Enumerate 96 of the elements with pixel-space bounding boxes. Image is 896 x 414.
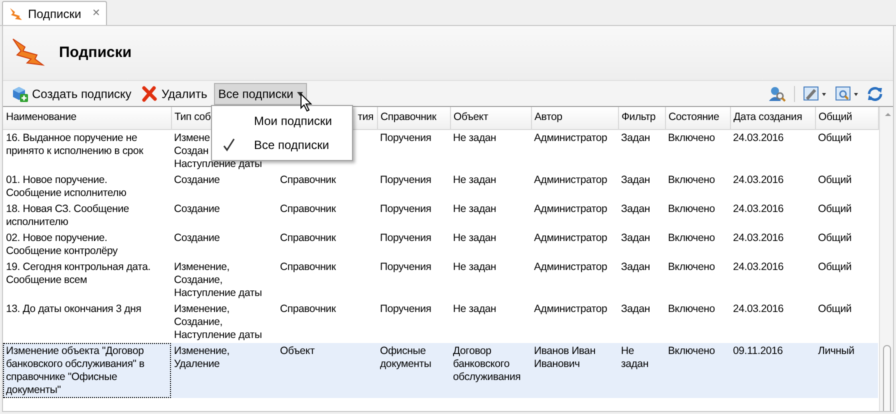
table-row[interactable] (3, 342, 878, 398)
table-cell-text: Не задан (621, 344, 650, 370)
page-title: Подписки (59, 42, 132, 63)
table-cell-text: 16. Выданное поручение не принято к исполнению в срок (6, 132, 144, 158)
lightning-icon (9, 6, 23, 20)
cross-icon (141, 86, 158, 102)
column-header[interactable]: Объект (450, 107, 531, 129)
column-header[interactable]: Справочник (377, 107, 450, 129)
table-cell: Задан (621, 202, 650, 216)
table-cell-text: Иванов Иван Иванович (534, 344, 596, 370)
table-cell: Справочник (280, 302, 336, 316)
table-cell: Администратор (534, 232, 608, 244)
table-cell: Общий (818, 302, 852, 316)
table-cell: Поручения (380, 174, 432, 186)
table-cell: Поручения (380, 260, 432, 274)
table-cell: Личный (818, 344, 854, 358)
table-cell: Включено (668, 174, 715, 186)
table-cell: 24.03.2016 (733, 132, 784, 144)
table-cell-text: Изменение, Создание, Наступление даты (174, 260, 263, 300)
table-cell-text: 18. Новая СЗ. Сообщение исполнителю (6, 202, 130, 228)
table-cell: Создан (174, 144, 208, 158)
table-cell: Включено (668, 344, 715, 358)
table-cell: Поручения (380, 302, 432, 316)
table-cell-text: Изменение, Удаление (174, 344, 230, 370)
column-header[interactable]: Наименование (3, 107, 171, 129)
table-cell: Задан (621, 174, 650, 186)
table-cell-text: Изменение объекта "Договор банковского обслуживания" в справочнике "Офисные документы" (6, 344, 146, 396)
table-cell: 24.03.2016 (733, 232, 784, 244)
delete-button[interactable]: Удалить (138, 82, 210, 104)
scrollbar[interactable] (878, 107, 893, 411)
table-cell: Наступление даты (174, 158, 262, 170)
table-cell: Включено (668, 132, 715, 144)
table-cell: Не задан (453, 232, 496, 244)
table-cell: Не задан (453, 302, 496, 316)
table-cell: 09.11.2016 (733, 344, 783, 358)
table-cell: Не задан (453, 174, 496, 186)
table-cell: Включено (668, 260, 715, 274)
table-cell: Справочник (280, 174, 336, 186)
cube-plus-icon (12, 86, 28, 102)
table-cell: Включено (668, 202, 715, 216)
table-cell: Создание (174, 202, 220, 216)
table-cell: Администратор (534, 302, 608, 316)
settings-dropdown-icon[interactable] (803, 86, 827, 102)
table-cell: 24.03.2016 (733, 174, 784, 186)
table-cell-text: 01. Новое поручение. Сообщение исполнителю (6, 174, 128, 200)
table-cell: Поручения (380, 132, 432, 144)
table-cell: Общий (818, 174, 852, 186)
table-cell: Задан (621, 132, 650, 144)
table-cell: Не задан (453, 132, 496, 144)
column-header[interactable]: Автор (531, 107, 618, 129)
table-cell: 24.03.2016 (733, 260, 784, 274)
table-cell: Включено (668, 302, 715, 316)
table-cell: Администратор (534, 132, 608, 144)
close-button[interactable]: ✕ (92, 6, 100, 21)
table-cell-text: Офисные документы (380, 344, 432, 370)
table-cell: Включено (668, 232, 715, 244)
table-cell: Справочник (280, 202, 336, 216)
table-cell: Общий (818, 232, 852, 244)
column-header[interactable]: Состояние (665, 107, 730, 129)
table-cell: Справочник (280, 260, 336, 274)
table-cell: Объект (280, 344, 315, 358)
table-cell: Справочник (280, 232, 336, 244)
table-cell: 13. До даты окончания 3 дня (6, 302, 142, 316)
table-cell: Задан (621, 302, 650, 316)
table-cell: Общий (818, 260, 852, 274)
table-cell: Задан (621, 232, 650, 244)
table-cell-text: Изменение, Создание, Наступление даты (174, 302, 263, 342)
table-cell: Администратор (534, 260, 608, 274)
user-search-icon[interactable] (768, 86, 786, 102)
table-cell-text: 02. Новое поручение. Сообщение контролёру (6, 232, 119, 258)
table-cell: Задан (621, 260, 650, 274)
table-cell-text: 19. Сегодня контрольная дата. Сообщение всем (6, 260, 152, 286)
table-cell: Общий (818, 132, 852, 144)
table-cell: Поручения (380, 202, 432, 216)
table-cell: Администратор (534, 174, 608, 186)
tab-label: Подписки (28, 6, 82, 22)
table-cell: 24.03.2016 (733, 202, 784, 216)
create-button[interactable]: Создать подписку (9, 82, 134, 104)
table-cell: Общий (818, 202, 852, 216)
table-cell: 24.03.2016 (733, 302, 784, 316)
menu-item[interactable]: Все подписки (212, 133, 352, 157)
refresh-icon[interactable] (867, 86, 883, 102)
column-header[interactable]: Фильтр (618, 107, 665, 129)
filter-dropdown[interactable]: Все подписки (214, 82, 308, 104)
table-cell-text: Договор банковского обслуживания (453, 344, 522, 384)
column-header[interactable]: Дата создания (730, 107, 815, 129)
column-header[interactable]: Общий (815, 107, 878, 129)
table-cell: Измене (174, 132, 210, 144)
table-cell: Не задан (453, 202, 496, 216)
table-cell: Создание (174, 232, 220, 244)
table-cell: Администратор (534, 202, 608, 216)
tab[interactable]: Подписки ✕ (2, 1, 108, 25)
table-cell: Создание (174, 174, 220, 186)
table-cell: Поручения (380, 232, 432, 244)
search-window-icon[interactable] (835, 86, 859, 102)
table-cell: Не задан (453, 260, 496, 274)
